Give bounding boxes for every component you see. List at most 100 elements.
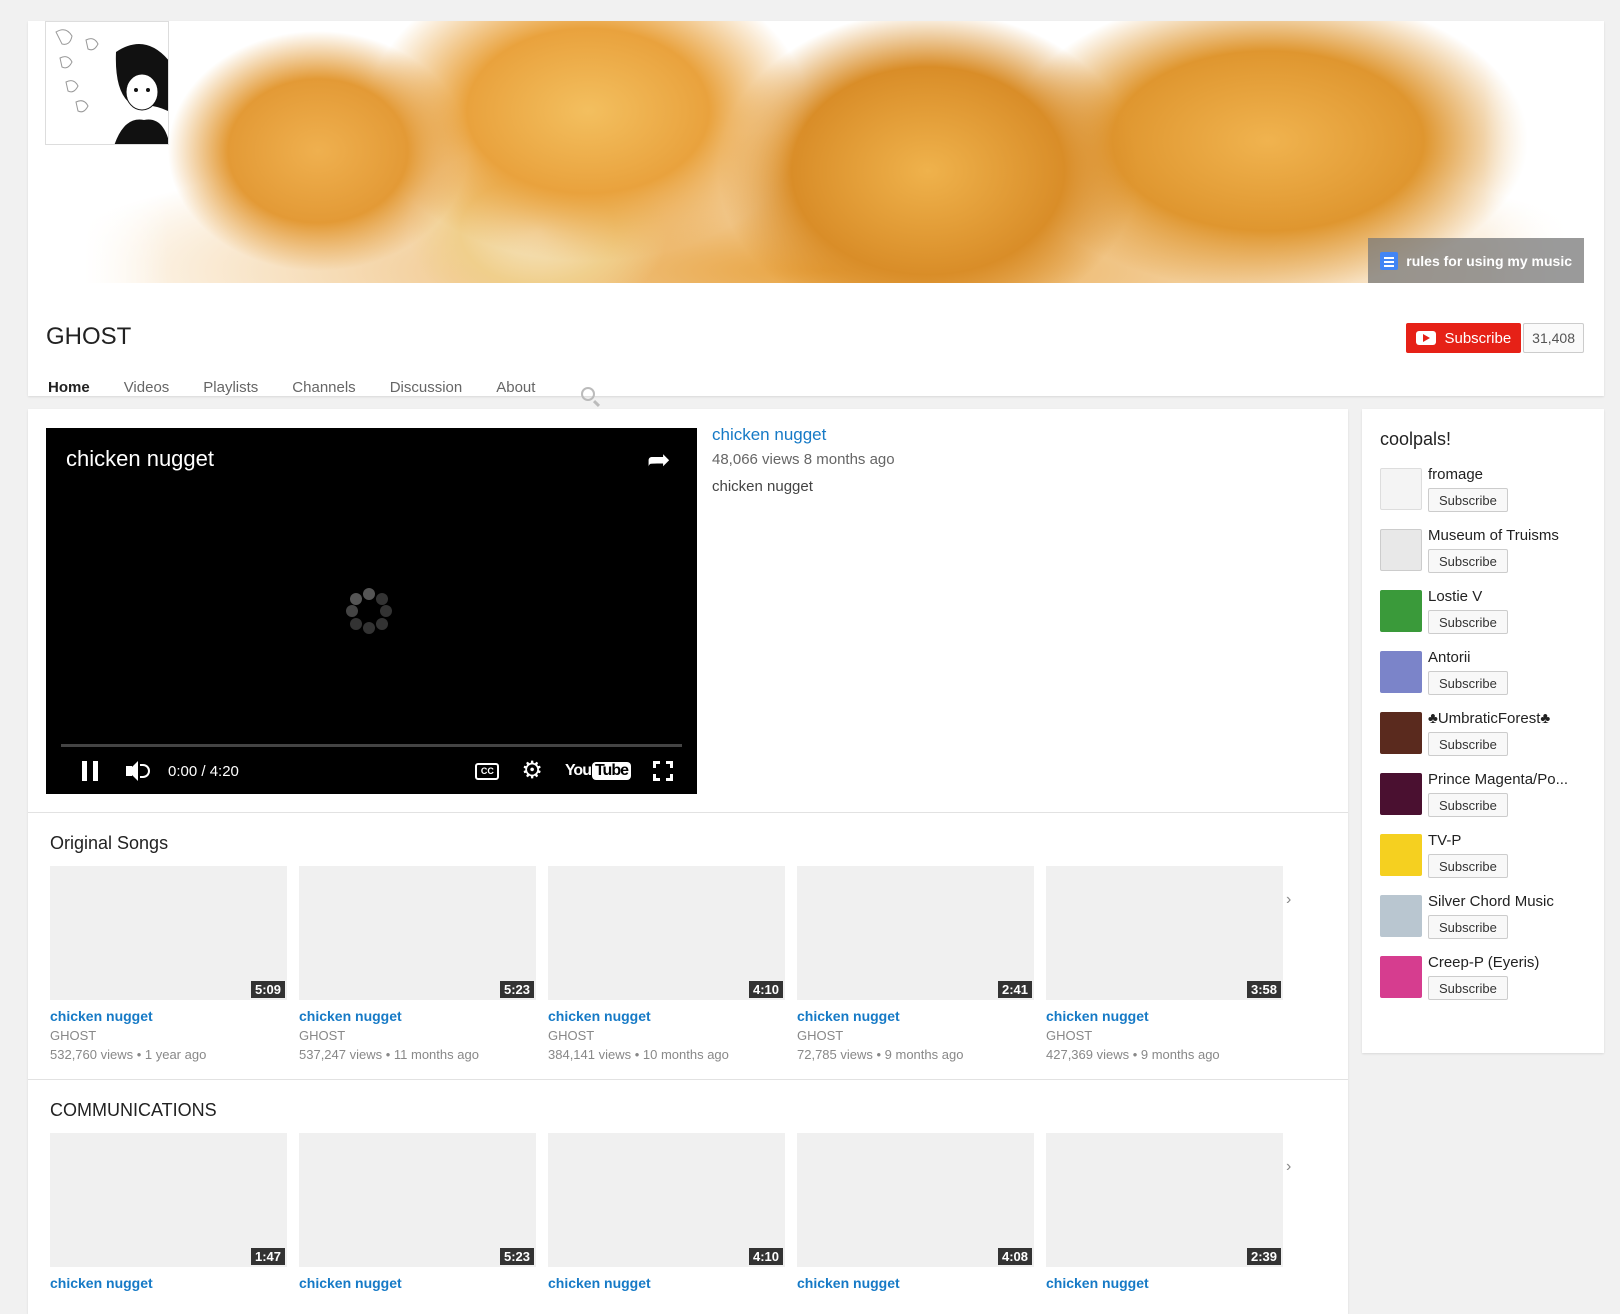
subscribe-button[interactable]: Subscribe — [1428, 976, 1508, 1000]
subscribe-button[interactable]: Subscribe — [1428, 793, 1508, 817]
featured-channel-name[interactable]: Prince Magenta/Po... — [1428, 771, 1598, 788]
youtube-logo-you: You — [564, 762, 592, 779]
duration-badge: 4:10 — [748, 1248, 783, 1265]
avatar[interactable] — [1380, 651, 1422, 693]
video-thumbnail[interactable]: 4:10 — [548, 1133, 785, 1267]
avatar[interactable] — [1380, 834, 1422, 876]
pause-icon[interactable] — [82, 761, 98, 781]
video-thumbnail[interactable]: 5:09 — [50, 866, 287, 1000]
progress-bar[interactable] — [61, 744, 682, 747]
video-item[interactable]: 5:23 chicken nugget GHOST 537,247 views … — [299, 866, 536, 1062]
featured-channel-name[interactable]: Museum of Truisms — [1428, 527, 1598, 544]
video-item[interactable]: 4:10 chicken nugget GHOST 384,141 views … — [548, 866, 785, 1062]
video-thumbnail[interactable]: 3:58 — [1046, 866, 1283, 1000]
featured-channel-name[interactable]: Lostie V — [1428, 588, 1598, 605]
subscribe-button[interactable]: Subscribe — [1428, 915, 1508, 939]
shelf-title-communications[interactable]: COMMUNICATIONS — [50, 1100, 217, 1121]
duration-badge: 1:47 — [250, 1248, 285, 1265]
avatar[interactable] — [1380, 590, 1422, 632]
video-thumbnail[interactable]: 4:10 — [548, 866, 785, 1000]
subscribe-button[interactable]: Subscribe — [1428, 732, 1508, 756]
video-item[interactable]: 4:08 chicken nugget — [797, 1133, 1034, 1291]
banner-link-label: rules for using my music — [1406, 252, 1572, 269]
video-thumbnail[interactable]: 2:41 — [797, 866, 1034, 1000]
video-item[interactable]: 1:47 chicken nugget — [50, 1133, 287, 1291]
video-title[interactable]: chicken nugget — [548, 1008, 785, 1024]
gear-icon[interactable]: ⚙ — [521, 759, 543, 783]
featured-channel-name[interactable]: TV-P — [1428, 832, 1598, 849]
subscribe-button[interactable]: Subscribe — [1428, 671, 1508, 695]
video-title[interactable]: chicken nugget — [548, 1275, 785, 1291]
video-item[interactable]: 5:09 chicken nugget GHOST 532,760 views … — [50, 866, 287, 1062]
duration-badge: 5:23 — [499, 981, 534, 998]
youtube-play-icon — [1416, 331, 1437, 345]
subscribe-button[interactable]: Subscribe — [1406, 323, 1522, 353]
avatar[interactable] — [1380, 712, 1422, 754]
chevron-right-icon[interactable]: › — [1286, 1158, 1291, 1176]
duration-badge: 4:10 — [748, 981, 783, 998]
video-player[interactable]: chicken nugget ➦ 0:00 / 4:20 CC ⚙ You Tub… — [46, 428, 697, 794]
video-title[interactable]: chicken nugget — [299, 1275, 536, 1291]
video-owner[interactable]: GHOST — [50, 1028, 287, 1043]
video-meta: 537,247 views • 11 months ago — [299, 1047, 479, 1062]
featured-channel-name[interactable]: Creep-P (Eyeris) — [1428, 954, 1598, 971]
subscribe-button[interactable]: Subscribe — [1428, 610, 1508, 634]
avatar[interactable] — [1380, 468, 1422, 510]
video-item[interactable]: 3:58 chicken nugget GHOST 427,369 views … — [1046, 866, 1283, 1062]
subscribe-button[interactable]: Subscribe — [1428, 854, 1508, 878]
avatar[interactable] — [1380, 529, 1422, 571]
video-title[interactable]: chicken nugget — [50, 1275, 287, 1291]
featured-channel: TV-P Subscribe — [1380, 832, 1600, 884]
video-meta: 427,369 views • 9 months ago — [1046, 1047, 1220, 1062]
video-title[interactable]: chicken nugget — [797, 1008, 1034, 1024]
video-owner[interactable]: GHOST — [299, 1028, 536, 1043]
share-icon[interactable]: ➦ — [647, 446, 675, 474]
search-icon[interactable] — [581, 387, 596, 401]
duration-badge: 5:09 — [250, 981, 285, 998]
captions-icon[interactable]: CC — [475, 762, 500, 780]
video-owner[interactable]: GHOST — [1046, 1028, 1283, 1043]
subscribe-button[interactable]: Subscribe — [1428, 488, 1508, 512]
video-thumbnail[interactable]: 5:23 — [299, 866, 536, 1000]
avatar[interactable] — [1380, 895, 1422, 937]
avatar[interactable] — [1380, 773, 1422, 815]
video-item[interactable]: 2:41 chicken nugget GHOST 72,785 views •… — [797, 866, 1034, 1062]
video-meta: 532,760 views • 1 year ago — [50, 1047, 207, 1062]
shelf-title-original-songs[interactable]: Original Songs — [50, 833, 168, 854]
fullscreen-icon[interactable] — [653, 761, 673, 781]
featured-video-title[interactable]: chicken nugget — [712, 425, 826, 445]
featured-channel: Antorii Subscribe — [1380, 649, 1600, 701]
featured-video-meta: 48,066 views 8 months ago — [712, 451, 895, 468]
video-owner[interactable]: GHOST — [797, 1028, 1034, 1043]
featured-channel-name[interactable]: Silver Chord Music — [1428, 893, 1598, 910]
featured-channel-name[interactable]: ♣UmbraticForest♣ — [1428, 710, 1598, 727]
video-thumbnail[interactable]: 4:08 — [797, 1133, 1034, 1267]
duration-badge: 4:08 — [997, 1248, 1032, 1265]
video-owner[interactable]: GHOST — [548, 1028, 785, 1043]
video-item[interactable]: 4:10 chicken nugget — [548, 1133, 785, 1291]
video-thumbnail[interactable]: 1:47 — [50, 1133, 287, 1267]
video-title[interactable]: chicken nugget — [299, 1008, 536, 1024]
featured-channel: Prince Magenta/Po... Subscribe — [1380, 771, 1600, 823]
loading-spinner-icon — [346, 588, 392, 634]
video-title[interactable]: chicken nugget — [1046, 1275, 1283, 1291]
featured-channel-name[interactable]: fromage — [1428, 466, 1598, 483]
video-thumbnail[interactable]: 2:39 — [1046, 1133, 1283, 1267]
video-item[interactable]: 5:23 chicken nugget — [299, 1133, 536, 1291]
player-title[interactable]: chicken nugget — [66, 446, 214, 472]
video-title[interactable]: chicken nugget — [50, 1008, 287, 1024]
banner-link-rules[interactable]: rules for using my music — [1368, 238, 1584, 283]
chevron-right-icon[interactable]: › — [1286, 891, 1291, 909]
youtube-logo[interactable]: You Tube — [565, 762, 631, 780]
subscribe-button[interactable]: Subscribe — [1428, 549, 1508, 573]
video-item[interactable]: 2:39 chicken nugget — [1046, 1133, 1283, 1291]
avatar[interactable] — [1380, 956, 1422, 998]
avatar-illustration — [46, 22, 168, 144]
video-thumbnail[interactable]: 5:23 — [299, 1133, 536, 1267]
channel-avatar[interactable] — [45, 21, 169, 145]
featured-channel-name[interactable]: Antorii — [1428, 649, 1598, 666]
video-title[interactable]: chicken nugget — [1046, 1008, 1283, 1024]
volume-icon[interactable] — [126, 760, 150, 782]
video-title[interactable]: chicken nugget — [797, 1275, 1034, 1291]
featured-channel: Lostie V Subscribe — [1380, 588, 1600, 640]
